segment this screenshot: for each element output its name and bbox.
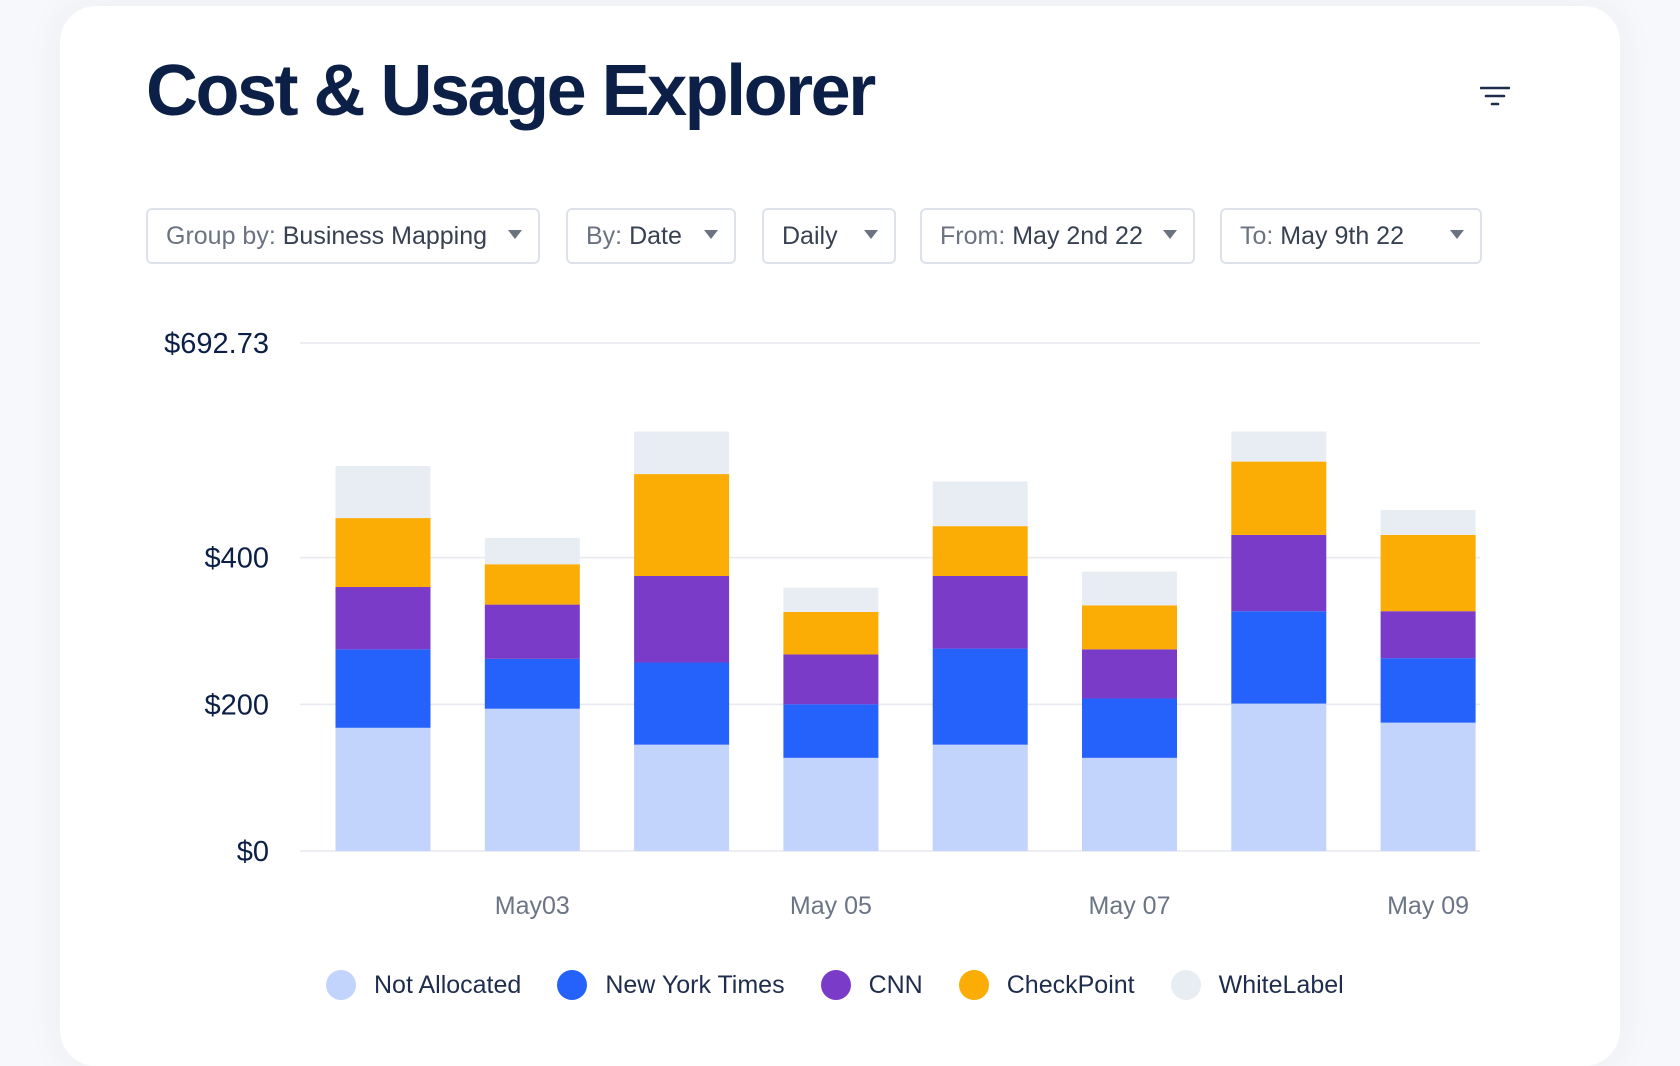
legend-label: WhiteLabel	[1218, 970, 1344, 999]
bar-segment	[932, 526, 1028, 577]
bar-segment	[1380, 510, 1476, 535]
bar-segment	[932, 481, 1028, 527]
chart-legend: Not Allocated New York Times CNN CheckPoint…	[326, 970, 1380, 1000]
bar-segment	[335, 518, 431, 588]
bar-segment	[932, 744, 1028, 851]
bar-segment	[484, 604, 580, 659]
bar-segment	[1082, 698, 1177, 758]
x-tick-label: May03	[495, 892, 570, 920]
x-tick-label: May 05	[790, 892, 872, 920]
legend-label: CNN	[868, 970, 923, 999]
legend-label: Not Allocated	[374, 970, 522, 999]
bar-segment	[1082, 649, 1177, 699]
bar-segment	[1231, 611, 1327, 704]
legend-swatch	[557, 970, 588, 1000]
bar-segment	[1231, 431, 1327, 462]
bar-segment	[634, 662, 730, 745]
legend-item[interactable]: CNN	[820, 970, 923, 1000]
bar-segment	[634, 744, 730, 851]
bar-segment	[634, 474, 730, 577]
bar-segment	[484, 537, 580, 565]
bar-segment	[1380, 658, 1476, 723]
bar-segment	[1380, 722, 1476, 851]
y-tick-label: $692.73	[164, 328, 269, 360]
y-tick-label: $200	[204, 689, 269, 721]
bar-segment	[1231, 703, 1327, 851]
bar-segment	[484, 658, 580, 709]
stacked-bar-chart: $0 $200 $400 $692.73 May03 May 05 May 07 May 09	[164, 328, 1480, 920]
bar-segment	[634, 576, 730, 663]
bar-segment	[783, 587, 879, 612]
bar-segment	[1380, 534, 1476, 612]
bar-segment	[335, 727, 431, 851]
bar-segment	[783, 704, 879, 758]
bar-segment	[335, 587, 431, 650]
bar-segment	[783, 654, 879, 705]
bar-segment	[932, 576, 1028, 649]
bar-segment	[1082, 571, 1177, 606]
legend-label: New York Times	[605, 970, 785, 999]
bar-segment	[634, 431, 730, 475]
x-tick-label: May 09	[1387, 892, 1469, 920]
legend-swatch	[820, 970, 851, 1000]
bar-segment	[1231, 461, 1327, 535]
legend-item[interactable]: WhiteLabel	[1170, 970, 1344, 1000]
bar-segment	[932, 648, 1028, 745]
bar-segment	[1231, 534, 1327, 612]
bar-segment	[484, 708, 580, 851]
legend-swatch	[1170, 970, 1201, 1000]
legend-label: CheckPoint	[1006, 970, 1135, 999]
bar-segment	[335, 649, 431, 728]
bar-segment	[1082, 605, 1177, 650]
legend-swatch	[958, 970, 989, 1000]
legend-item[interactable]: New York Times	[557, 970, 785, 1000]
bar-segment	[1082, 757, 1177, 851]
y-tick-label: $400	[204, 543, 269, 575]
x-tick-label: May 07	[1089, 892, 1171, 920]
bar-segment	[484, 564, 580, 605]
bar-segment	[783, 611, 879, 655]
bar-segment	[783, 757, 879, 851]
bar-segment	[335, 466, 431, 519]
legend-swatch	[326, 970, 356, 1000]
y-tick-label: $0	[237, 836, 269, 868]
bar-segment	[1380, 611, 1476, 659]
legend-item[interactable]: Not Allocated	[326, 970, 521, 1000]
legend-item[interactable]: CheckPoint	[958, 970, 1135, 1000]
